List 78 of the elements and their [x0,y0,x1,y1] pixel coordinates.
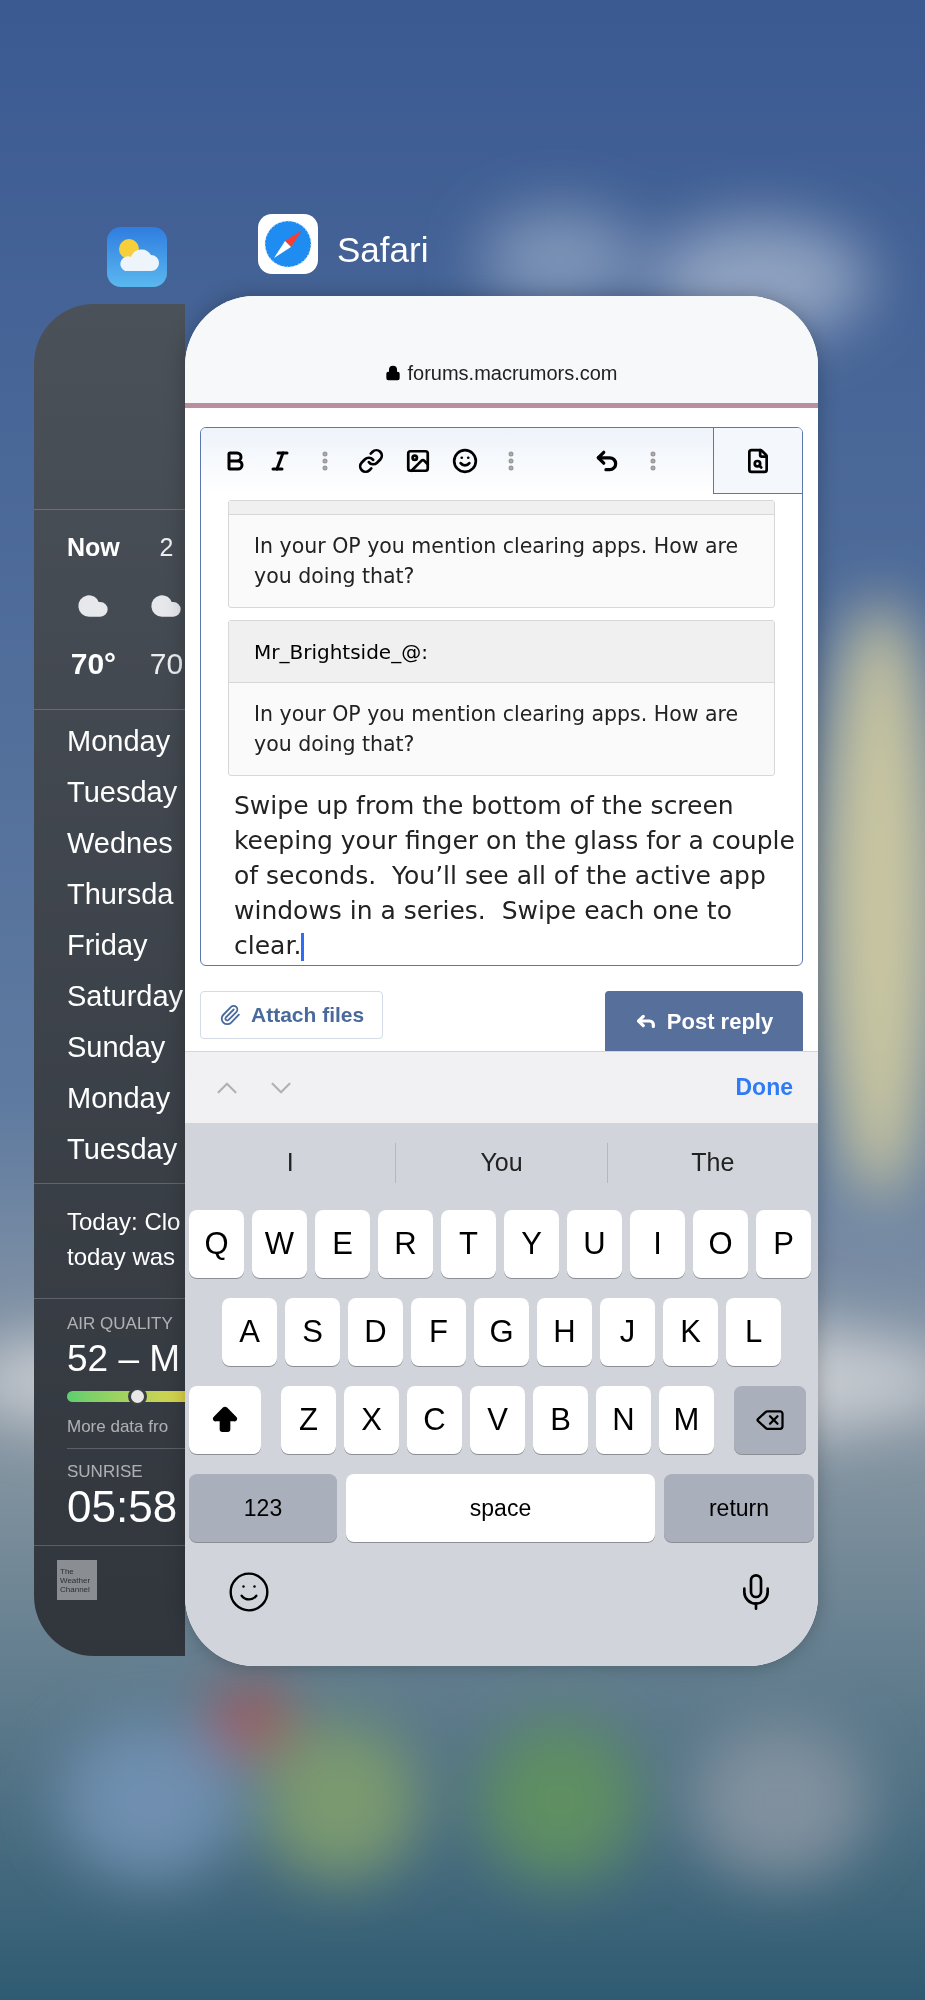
keyboard-key[interactable]: J [600,1298,655,1366]
hour-temperature: 70 [149,646,184,682]
keyboard-key[interactable]: V [470,1386,525,1454]
weather-app-icon[interactable] [107,227,167,287]
forecast-summary: today was [67,1242,177,1272]
delete-key[interactable] [734,1386,806,1454]
preview-icon [745,447,771,474]
weekday-label: Sunday [67,1030,167,1065]
air-quality-note: More data fro [67,1416,170,1438]
weekday-label: Wednes [67,826,174,861]
emoji-icon[interactable] [452,448,478,474]
weekday-label: Tuesday [67,775,179,810]
hour-temperature: 70° [70,646,117,682]
app-title: Safari [337,229,429,271]
sunrise-time: 05:58 [67,1483,179,1531]
image-icon[interactable] [405,448,431,474]
keyboard-key[interactable]: M [659,1386,714,1454]
hour-label: 2 [159,532,174,562]
keyboard-key[interactable]: H [537,1298,592,1366]
keyboard-key[interactable]: R [378,1210,433,1278]
air-quality-value: 52 – M [67,1337,182,1381]
keyboard-key[interactable]: B [533,1386,588,1454]
keyboard-key[interactable]: K [663,1298,718,1366]
keyboard-key[interactable]: T [441,1210,496,1278]
weather-app-card[interactable]: Now 70° 2 70 Monday Tuesday Wednes Thursda Friday Saturday Sunday Monday Tuesday Today: Clo today was AIR QUALITY 52 – M More data fro SUNRISE 05:58 The Weather Channel [34,304,185,1656]
undo-icon[interactable] [594,448,620,474]
keyboard-key[interactable]: P [756,1210,811,1278]
weekday-label: Monday [67,1081,172,1116]
lock-icon [385,365,402,381]
keyboard-key[interactable]: W [252,1210,307,1278]
suggestion[interactable]: The [607,1144,818,1182]
suggestion[interactable]: You [396,1144,607,1182]
space-bar[interactable]: space [346,1474,655,1542]
shift-key[interactable] [189,1386,261,1454]
link-icon[interactable] [358,448,384,474]
quote-author: Mr_Brightside_@: [254,638,428,666]
keyboard-key[interactable]: Y [504,1210,559,1278]
keyboard-key[interactable]: I [630,1210,685,1278]
keyboard-key[interactable]: Q [189,1210,244,1278]
weekday-label: Tuesday [67,1132,179,1167]
keyboard-key[interactable]: G [474,1298,529,1366]
quote-text: In your OP you mention clearing apps. How are you doing that? [253,701,740,758]
keyboard-key[interactable]: X [344,1386,399,1454]
reply-text: Swipe up from the bottom of the screen keeping your finger on the glass for a couple of seconds. You’ll see all of the active app windows in a series. Swipe each one to clear. [234,790,795,963]
keyboard-key[interactable]: U [567,1210,622,1278]
preview-button[interactable] [713,428,802,494]
keyboard-key[interactable]: O [693,1210,748,1278]
post-reply-button[interactable]: Post reply [605,991,803,1051]
sunrise-label: SUNRISE [67,1461,144,1483]
message-editor[interactable] [200,427,803,966]
weather-channel-logo: The Weather Channel [57,1560,97,1600]
forecast-summary: Today: Clo [67,1207,182,1237]
weekday-label: Saturday [67,979,185,1014]
done-button[interactable]: Done [735,1070,793,1105]
air-quality-label: AIR QUALITY [67,1313,174,1335]
address-bar[interactable]: forums.macrumors.com [385,358,618,388]
weekday-label: Thursda [67,877,175,912]
keyboard-key[interactable]: F [411,1298,466,1366]
paperclip-icon [219,1004,241,1026]
keyboard-key[interactable]: D [348,1298,403,1366]
keyboard-key[interactable]: S [285,1298,340,1366]
numbers-key[interactable]: 123 [189,1474,337,1542]
quote-text: In your OP you mention clearing apps. How are you doing that? [253,533,740,590]
return-key[interactable]: return [664,1474,814,1542]
safari-app-card[interactable] [185,296,818,1666]
keyboard-key[interactable]: A [222,1298,277,1366]
emoji-icon[interactable] [227,1570,271,1614]
weekday-label: Friday [67,928,149,963]
suggestion[interactable]: I [185,1144,396,1182]
keyboard-key[interactable]: E [315,1210,370,1278]
attach-files-button[interactable]: Attach files [200,991,384,1039]
weekday-label: Monday [67,724,172,759]
keyboard-key[interactable]: C [407,1386,462,1454]
hour-label: Now [67,532,120,562]
keyboard-key[interactable]: N [596,1386,651,1454]
keyboard-key[interactable]: L [726,1298,781,1366]
safari-app-icon[interactable] [258,214,318,274]
keyboard-key[interactable]: Z [281,1386,336,1454]
